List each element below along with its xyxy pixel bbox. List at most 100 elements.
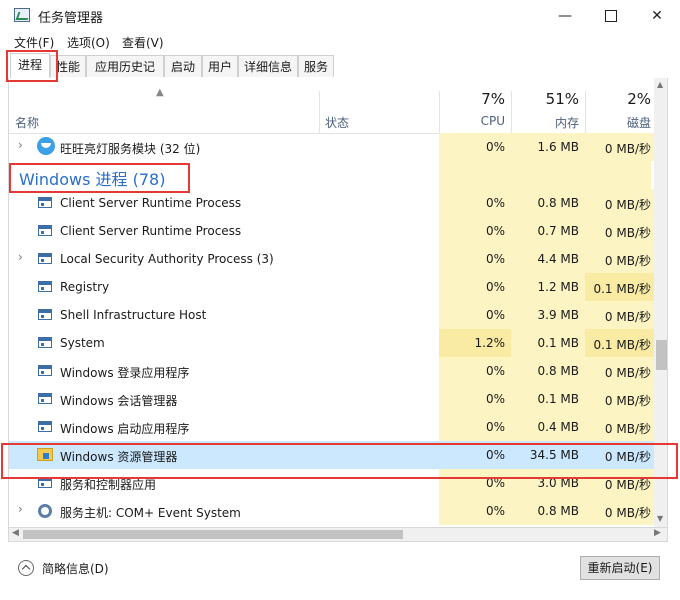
process-list-panel: ▲ 名称 状态 7% CPU 51% 内存 2% 磁盘 › 旺旺亮灯服务模块 (3… (8, 78, 668, 528)
cpu-value: 0% (485, 308, 505, 322)
wangwang-icon (37, 137, 55, 155)
process-row[interactable]: System 1.2% 0.1 MB 0.1 MB/秒 (9, 329, 654, 357)
restart-button[interactable]: 重新启动(E) (580, 556, 660, 580)
process-row[interactable]: Client Server Runtime Process 0% 0.7 MB 0 M… (9, 217, 654, 245)
process-row[interactable]: › Local Security Authority Process (3) 0% 4… (9, 245, 654, 273)
cpu-value: 0% (485, 364, 505, 378)
gear-icon (38, 504, 52, 518)
maximize-icon (605, 10, 617, 22)
tab-startup[interactable]: 启动 (164, 55, 202, 77)
scroll-thumb[interactable] (656, 340, 667, 370)
column-divider[interactable] (319, 91, 320, 133)
process-name: Client Server Runtime Process (60, 196, 242, 210)
cpu-value: 0% (485, 504, 505, 518)
disk-value: 0.1 MB/秒 (593, 338, 651, 352)
scroll-down-icon[interactable]: ▼ (657, 514, 663, 523)
column-header: ▲ 名称 状态 7% CPU 51% 内存 2% 磁盘 (9, 78, 654, 134)
title-bar: 任务管理器 — ✕ (0, 0, 680, 32)
disk-value: 0 MB/秒 (604, 478, 651, 492)
process-name: 旺旺亮灯服务模块 (32 位) (60, 142, 201, 156)
process-row[interactable]: Client Server Runtime Process 0% 0.8 MB 0 M… (9, 189, 654, 217)
tab-processes[interactable]: 进程 (10, 53, 50, 79)
disk-value: 0.1 MB/秒 (593, 282, 651, 296)
minimize-button[interactable]: — (542, 0, 588, 32)
memory-value: 3.0 MB (537, 476, 579, 490)
fewer-details-link[interactable]: 简略信息(D) (42, 560, 109, 577)
scroll-right-icon[interactable]: ▶ (654, 528, 661, 538)
cpu-value: 0% (485, 224, 505, 238)
menu-view[interactable]: 查看(V) (122, 34, 164, 51)
column-name[interactable]: 名称 (15, 114, 39, 131)
process-row[interactable]: Windows 会话管理器 0% 0.1 MB 0 MB/秒 (9, 385, 654, 413)
horizontal-scroll-thumb[interactable] (23, 530, 403, 539)
memory-value: 0.1 MB (537, 336, 579, 350)
column-status[interactable]: 状态 (325, 114, 349, 131)
scroll-up-icon[interactable]: ▲ (657, 80, 663, 89)
collapse-icon[interactable] (18, 560, 34, 576)
process-row[interactable]: 服务和控制器应用 0% 3.0 MB 0 MB/秒 (9, 469, 654, 497)
minimize-icon: — (558, 8, 572, 24)
process-name: System (60, 336, 105, 350)
process-icon (38, 309, 52, 320)
sort-arrow-icon[interactable]: ▲ (156, 87, 164, 98)
tab-app-history[interactable]: 应用历史记录 (86, 55, 164, 96)
process-row[interactable]: › 旺旺亮灯服务模块 (32 位) 0% 1.6 MB 0 MB/秒 (9, 133, 654, 161)
disk-value: 0 MB/秒 (604, 226, 651, 240)
process-name: 服务主机: COM+ Event System (60, 506, 241, 520)
column-memory[interactable]: 内存 (511, 114, 579, 131)
process-row[interactable]: Windows 启动应用程序 0% 0.4 MB 0 MB/秒 (9, 413, 654, 441)
disk-value: 0 MB/秒 (604, 198, 651, 212)
process-icon (38, 337, 52, 348)
process-row[interactable]: Registry 0% 1.2 MB 0.1 MB/秒 (9, 273, 654, 301)
process-name: 服务和控制器应用 (60, 478, 157, 492)
process-row[interactable]: Shell Infrastructure Host 0% 3.9 MB 0 MB/秒 (9, 301, 654, 329)
close-button[interactable]: ✕ (634, 0, 680, 32)
window-title: 任务管理器 (38, 11, 104, 26)
disk-value: 0 MB/秒 (604, 506, 651, 520)
process-row[interactable]: Windows 登录应用程序 0% 0.8 MB 0 MB/秒 (9, 357, 654, 385)
tab-performance[interactable]: 性能 (50, 55, 86, 77)
process-icon (38, 253, 52, 264)
process-name: Windows 会话管理器 (60, 394, 178, 408)
tab-details[interactable]: 详细信息 (238, 55, 298, 77)
process-row[interactable]: › 服务主机: COM+ Event System 0% 0.8 MB 0 MB/秒 (9, 497, 654, 525)
memory-total: 51% (545, 90, 579, 108)
cpu-value: 0% (485, 448, 505, 462)
explorer-icon (37, 448, 53, 461)
scroll-left-icon[interactable]: ◀ (12, 528, 19, 538)
process-icon (38, 477, 52, 488)
disk-value: 0 MB/秒 (604, 254, 651, 268)
tab-users[interactable]: 用户 (202, 55, 238, 77)
expand-chevron-icon[interactable]: › (18, 250, 23, 264)
close-icon: ✕ (651, 8, 663, 24)
cpu-value: 0% (485, 392, 505, 406)
disk-value: 0 MB/秒 (604, 366, 651, 380)
cpu-value: 0% (485, 476, 505, 490)
maximize-button[interactable] (588, 0, 634, 32)
disk-value: 0 MB/秒 (604, 394, 651, 408)
cpu-value: 0% (485, 280, 505, 294)
process-row[interactable]: Windows 资源管理器 0% 34.5 MB 0 MB/秒 (9, 441, 654, 469)
column-cpu[interactable]: CPU (439, 114, 505, 128)
disk-value: 0 MB/秒 (604, 450, 651, 464)
menu-options[interactable]: 选项(O) (67, 34, 110, 51)
memory-value: 0.1 MB (537, 392, 579, 406)
column-disk[interactable]: 磁盘 (585, 114, 651, 131)
cpu-total: 7% (481, 90, 505, 108)
tab-services[interactable]: 服务 (298, 55, 334, 77)
horizontal-scrollbar[interactable]: ◀ ▶ (8, 528, 668, 542)
disk-total: 2% (627, 90, 651, 108)
expand-chevron-icon[interactable]: › (18, 502, 23, 516)
memory-value: 1.6 MB (537, 140, 579, 154)
memory-value: 4.4 MB (537, 252, 579, 266)
process-name: Shell Infrastructure Host (60, 308, 207, 322)
expand-chevron-icon[interactable]: › (18, 138, 23, 152)
menu-file[interactable]: 文件(F) (14, 34, 54, 51)
cpu-value: 0% (485, 420, 505, 434)
group-header[interactable]: Windows 进程 (78) (9, 161, 654, 189)
menu-bar: 文件(F) 选项(O) 查看(V) (0, 32, 680, 52)
memory-value: 0.8 MB (537, 196, 579, 210)
process-icon (38, 393, 52, 404)
process-name: Windows 登录应用程序 (60, 366, 190, 380)
vertical-scrollbar[interactable]: ▲ ▼ (654, 78, 667, 527)
